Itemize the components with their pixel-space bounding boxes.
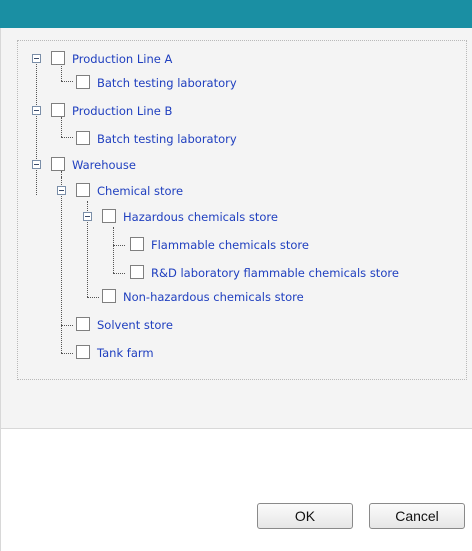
collapse-icon[interactable] [32,160,41,169]
tree-node-label: Batch testing laboratory [97,76,237,90]
ok-button[interactable]: OK [257,503,353,529]
tree-node-non-hazardous-chemicals-store[interactable]: Non-hazardous chemicals store [18,287,358,307]
tree-node-production-line-a[interactable]: Production Line A [18,49,278,69]
tree-node-rd-laboratory-flammable-chemicals-store[interactable]: R&D laboratory flammable chemicals store [18,263,458,283]
tree-checkbox[interactable] [76,317,90,331]
tree-checkbox[interactable] [102,209,116,223]
tree-checkbox[interactable] [51,157,65,171]
tree-node-warehouse[interactable]: Warehouse [18,155,278,175]
tree-node-label: Warehouse [72,158,136,172]
tree-panel: Production Line A Batch testing laborato… [0,28,472,428]
dialog-footer [0,428,472,551]
collapse-icon[interactable] [57,186,66,195]
dialog-title-bar [0,0,472,28]
tree-checkbox[interactable] [76,131,90,145]
tree-node-label: Non-hazardous chemicals store [123,290,304,304]
tree-node-label: Tank farm [97,346,154,360]
tree-node-production-line-b[interactable]: Production Line B [18,101,278,121]
tree-node-label: Solvent store [97,318,173,332]
tree-checkbox[interactable] [102,289,116,303]
tree-node-label: Production Line B [72,104,173,118]
tree-checkbox[interactable] [130,265,144,279]
collapse-icon[interactable] [32,106,41,115]
tree-checkbox[interactable] [76,183,90,197]
tree-checkbox[interactable] [51,103,65,117]
tree-view[interactable]: Production Line A Batch testing laborato… [17,40,467,380]
tree-checkbox[interactable] [51,51,65,65]
tree-node-tank-farm[interactable]: Tank farm [18,343,278,363]
tree-checkbox[interactable] [130,237,144,251]
cancel-button[interactable]: Cancel [369,503,465,529]
tree-checkbox[interactable] [76,75,90,89]
tree-node-label: Hazardous chemicals store [123,210,278,224]
tree-node-flammable-chemicals-store[interactable]: Flammable chemicals store [18,235,348,255]
tree-node-label: Flammable chemicals store [151,238,309,252]
tree-node-label: R&D laboratory flammable chemicals store [151,266,399,280]
tree-node-batch-testing-laboratory[interactable]: Batch testing laboratory [18,129,318,149]
tree-node-chemical-store[interactable]: Chemical store [18,181,278,201]
tree-node-solvent-store[interactable]: Solvent store [18,315,278,335]
collapse-icon[interactable] [83,212,92,221]
tree-node-hazardous-chemicals-store[interactable]: Hazardous chemicals store [18,207,338,227]
tree-node-label: Chemical store [97,184,184,198]
tree-node-label: Production Line A [72,52,173,66]
collapse-icon[interactable] [32,54,41,63]
tree-node-batch-testing-laboratory[interactable]: Batch testing laboratory [18,73,318,93]
tree-node-label: Batch testing laboratory [97,132,237,146]
tree-checkbox[interactable] [76,345,90,359]
